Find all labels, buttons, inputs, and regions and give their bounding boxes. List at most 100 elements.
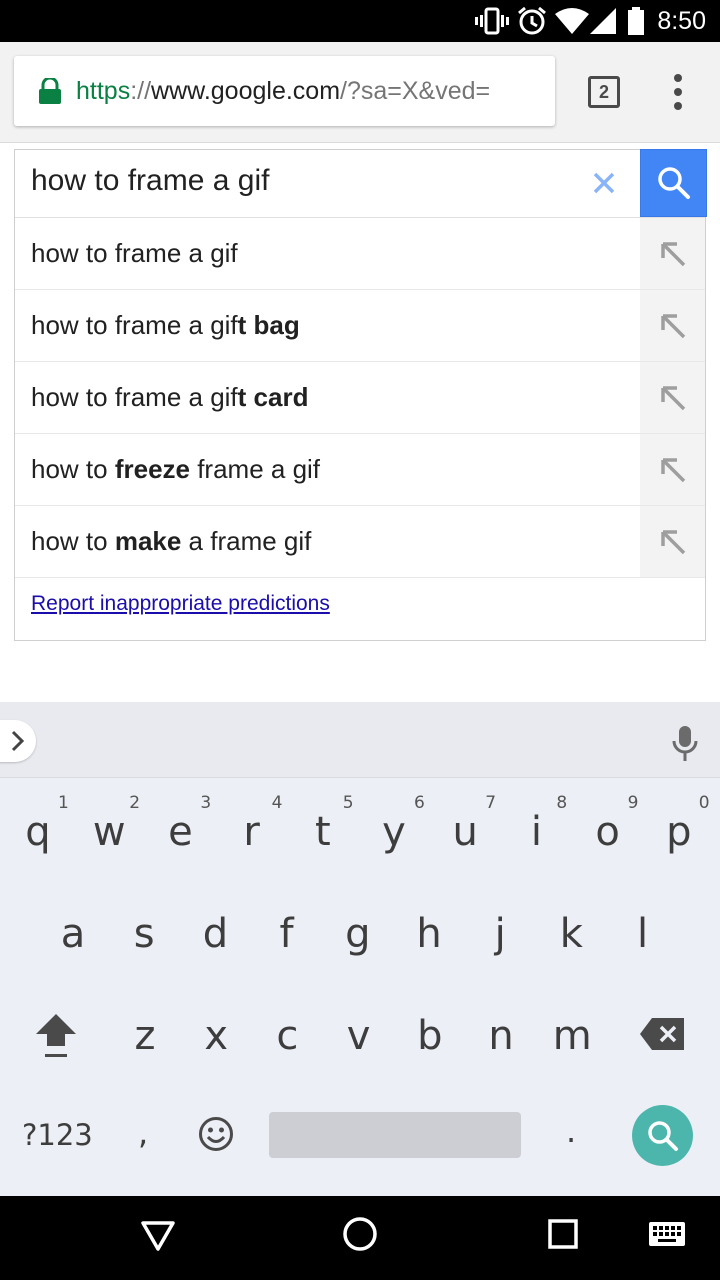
key-j[interactable]: j <box>465 904 535 964</box>
key-hint: 7 <box>485 793 497 813</box>
chevron-right-icon <box>10 730 26 757</box>
suggestion-fragment: how to frame a gif <box>31 382 238 412</box>
backspace-key[interactable] <box>640 1018 684 1055</box>
arrow-up-left-icon <box>660 457 685 482</box>
emoji-key[interactable] <box>198 1116 234 1157</box>
key-hint: 1 <box>58 793 69 813</box>
suggestion-text: how to frame a gift card <box>31 362 308 434</box>
url-separator: :// <box>130 77 152 105</box>
key-hint: 0 <box>698 793 710 813</box>
url-text[interactable]: https://www.google.com/?sa=X&ved= <box>76 56 546 126</box>
key-k[interactable]: k <box>536 904 606 964</box>
arrow-up-left-icon <box>660 313 685 338</box>
key-hint: 2 <box>129 793 141 813</box>
back-icon[interactable] <box>140 1216 176 1257</box>
key-b[interactable]: b <box>395 1006 465 1066</box>
fill-query-button[interactable] <box>640 290 705 361</box>
suggestion-highlight: make <box>114 526 182 556</box>
report-predictions-link[interactable]: Report inappropriate predictions <box>31 592 330 616</box>
suggestion-item[interactable]: how to frame a gif <box>15 218 705 290</box>
status-time: 8:50 <box>657 7 706 35</box>
keyboard-suggestion-strip <box>0 702 720 778</box>
arrow-up-left-icon <box>660 241 685 266</box>
key-hint: 9 <box>627 793 639 813</box>
key-hint: 6 <box>414 793 425 813</box>
fill-query-button[interactable] <box>640 434 705 505</box>
search-box: how to frame a gif how to frame a gif how… <box>14 149 707 641</box>
suggestion-fragment: how to <box>31 454 115 484</box>
search-query-text[interactable]: how to frame a gif <box>31 150 269 216</box>
suggestion-item[interactable]: how to freeze frame a gif <box>15 434 705 506</box>
url-path: /?sa=X&ved= <box>340 77 491 105</box>
navigation-bar <box>0 1196 720 1280</box>
arrow-up-left-icon <box>660 385 685 410</box>
signal-icon <box>590 0 616 42</box>
search-icon <box>657 166 691 205</box>
key-c[interactable]: c <box>252 1006 322 1066</box>
shift-key[interactable] <box>34 1012 78 1065</box>
key-l[interactable]: l <box>608 904 678 964</box>
lock-icon <box>38 76 62 104</box>
fill-query-button[interactable] <box>640 362 705 433</box>
suggestion-item[interactable]: how to frame a gift card <box>15 362 705 434</box>
key-h[interactable]: h <box>394 904 464 964</box>
fill-query-button[interactable] <box>640 218 705 289</box>
search-button[interactable] <box>640 149 707 217</box>
tab-switcher-button[interactable]: 2 <box>588 76 620 108</box>
key-n[interactable]: n <box>466 1006 536 1066</box>
status-bar: 8:50 <box>0 0 720 42</box>
key-d[interactable]: d <box>180 904 250 964</box>
search-icon <box>647 1120 679 1157</box>
alarm-icon <box>516 0 548 42</box>
key-v[interactable]: v <box>324 1006 394 1066</box>
key-m[interactable]: m <box>537 1006 607 1066</box>
period-key[interactable]: . <box>566 1112 576 1150</box>
suggestion-fragment: how to frame a gif <box>31 238 238 268</box>
keyboard-switch-icon[interactable] <box>648 1216 686 1257</box>
suggestion-text: how to make a frame gif <box>31 506 311 578</box>
suggestion-item[interactable]: how to frame a gift bag <box>15 290 705 362</box>
keyboard-search-key[interactable] <box>632 1105 693 1166</box>
symbols-key[interactable]: ?123 <box>22 1118 93 1152</box>
page-content: how to frame a gif how to frame a gif how… <box>0 142 720 702</box>
space-key[interactable] <box>269 1112 521 1158</box>
key-z[interactable]: z <box>110 1006 180 1066</box>
menu-icon[interactable] <box>664 72 694 112</box>
suggestion-fragment: a frame gif <box>181 526 312 556</box>
wifi-icon <box>554 0 590 42</box>
key-hint: 5 <box>342 793 354 813</box>
key-hint: 8 <box>556 793 568 813</box>
suggestion-text: how to freeze frame a gif <box>31 434 320 506</box>
microphone-icon[interactable] <box>671 724 699 762</box>
suggestion-fragment: frame a gif <box>189 454 321 484</box>
home-icon[interactable] <box>342 1216 378 1257</box>
key-s[interactable]: s <box>109 904 179 964</box>
comma-key[interactable]: , <box>138 1114 148 1152</box>
key-hint: 4 <box>271 793 283 813</box>
fill-query-button[interactable] <box>640 506 705 577</box>
vibrate-icon <box>474 0 510 42</box>
url-scheme: https <box>76 77 131 105</box>
suggestion-item[interactable]: how to make a frame gif <box>15 506 705 578</box>
key-hint: 3 <box>200 793 212 813</box>
url-host: www.google.com <box>151 77 341 105</box>
suggestion-text: how to frame a gif <box>31 218 238 290</box>
recents-icon[interactable] <box>547 1216 579 1257</box>
keyboard-expand-button[interactable] <box>0 720 36 762</box>
url-bar[interactable]: https://www.google.com/?sa=X&ved= <box>14 56 555 126</box>
browser-toolbar: https://www.google.com/?sa=X&ved= 2 <box>0 42 720 142</box>
keyboard: q1w2e3r4t5y6u7i8o9p0 asdfghjkl zxcvbnm ?… <box>0 778 720 1196</box>
key-x[interactable]: x <box>181 1006 251 1066</box>
key-f[interactable]: f <box>252 904 322 964</box>
arrow-up-left-icon <box>660 529 685 554</box>
suggestion-highlight: t card <box>237 382 309 412</box>
suggestion-fragment: how to <box>31 526 115 556</box>
clear-icon[interactable] <box>585 164 623 202</box>
key-g[interactable]: g <box>323 904 393 964</box>
key-a[interactable]: a <box>38 904 108 964</box>
suggestion-fragment: how to frame a gif <box>31 310 238 340</box>
search-input[interactable]: how to frame a gif <box>15 149 707 218</box>
suggestion-text: how to frame a gift bag <box>31 290 300 362</box>
suggestion-highlight: freeze <box>114 454 190 484</box>
battery-icon <box>626 0 646 42</box>
